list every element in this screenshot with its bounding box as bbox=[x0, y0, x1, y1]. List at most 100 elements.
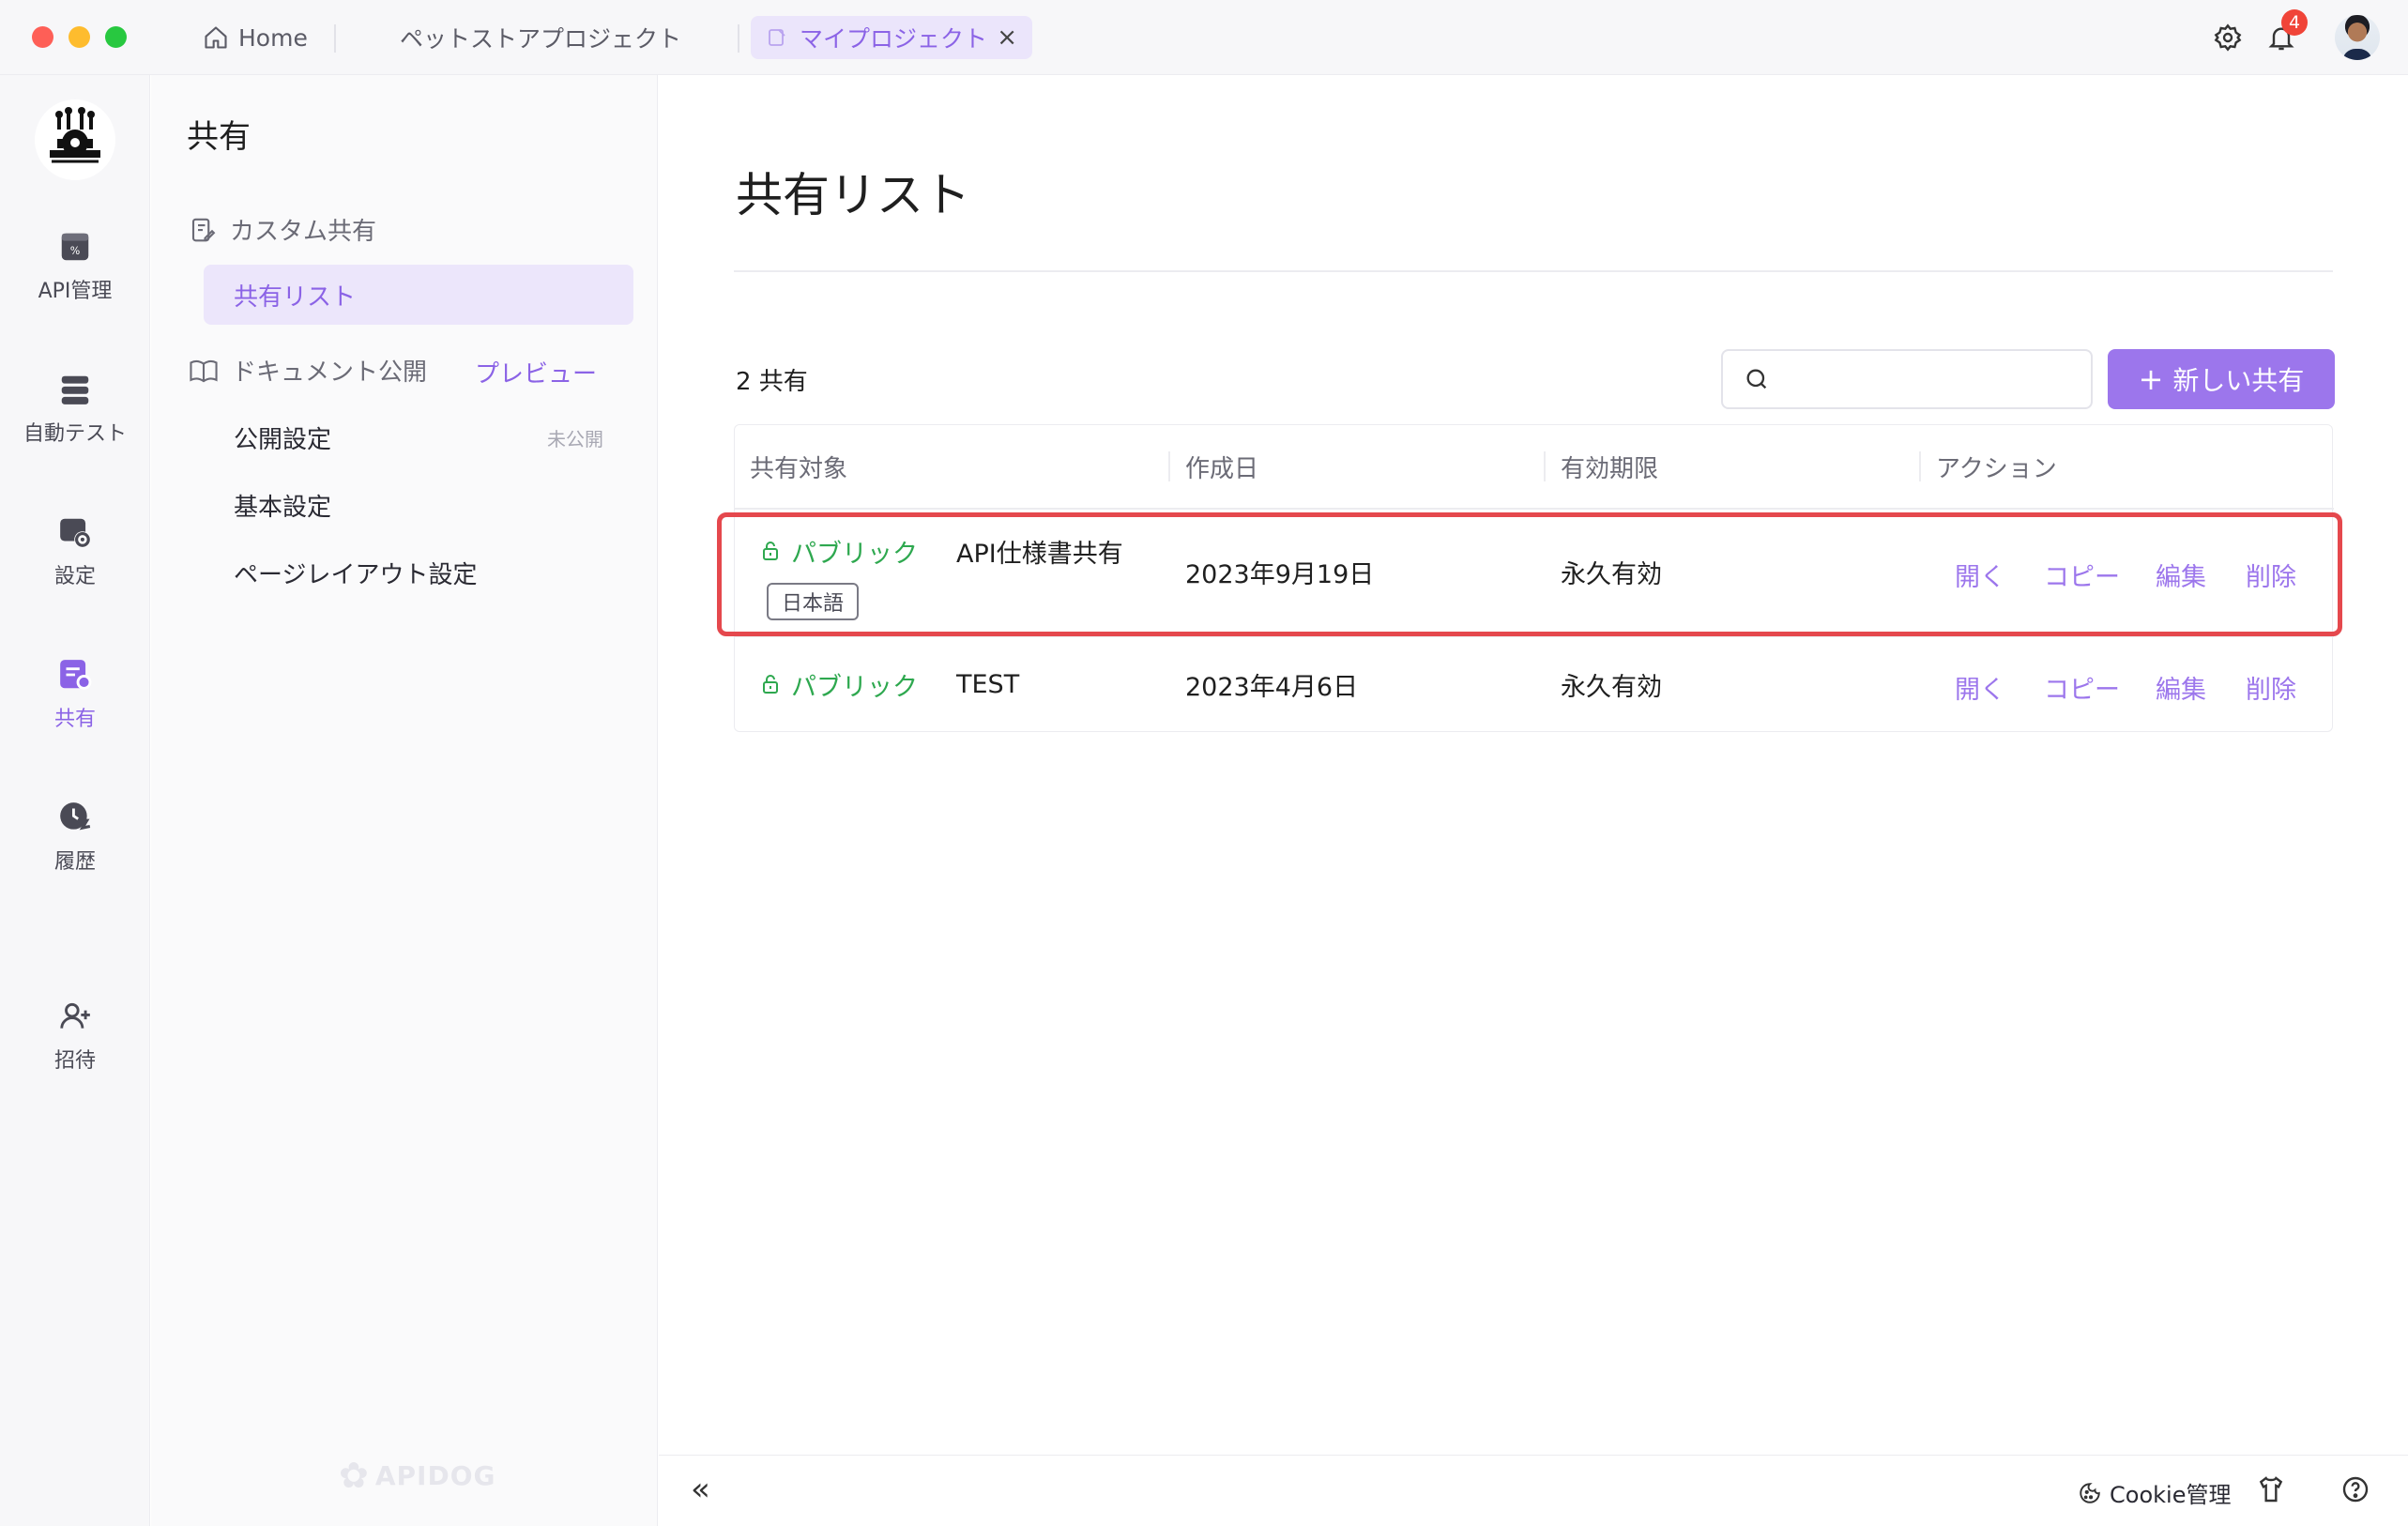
delete-link[interactable]: 削除 bbox=[2246, 669, 2296, 706]
share-icon bbox=[60, 660, 92, 690]
invite-icon bbox=[60, 1002, 90, 1029]
language-tag: 日本語 bbox=[767, 583, 860, 620]
apidog-logo-icon bbox=[50, 107, 100, 163]
gear-icon[interactable] bbox=[2211, 21, 2245, 54]
new-share-button[interactable]: + 新しい共有 bbox=[2108, 349, 2335, 409]
expiry: 永久有効 bbox=[1561, 559, 1662, 589]
tab-label: Home bbox=[238, 23, 308, 52]
settings-icon bbox=[60, 518, 91, 548]
open-link[interactable]: 開く bbox=[1955, 557, 2005, 593]
table-row[interactable]: パブリック TEST 2023年4月6日 永久有効 開く コピー 編集 削除 bbox=[735, 635, 2334, 731]
app-logo[interactable] bbox=[35, 99, 115, 180]
rail-item-label: 自動テスト bbox=[23, 422, 127, 446]
copy-link[interactable]: コピー bbox=[2044, 557, 2120, 593]
expiry: 永久有効 bbox=[1561, 672, 1662, 702]
unlock-icon bbox=[763, 675, 778, 694]
search-field[interactable] bbox=[1721, 349, 2093, 409]
avatar[interactable] bbox=[2335, 15, 2380, 60]
edit-link[interactable]: 編集 bbox=[2156, 669, 2206, 706]
tab-my-project[interactable]: マイプロジェクト × bbox=[751, 16, 1032, 59]
title-divider bbox=[734, 270, 2333, 272]
sidebar-group-doc-publish: ドキュメント公開 bbox=[189, 353, 427, 388]
sidebar-group-label: カスタム共有 bbox=[230, 218, 377, 246]
delete-link[interactable]: 削除 bbox=[2246, 557, 2296, 593]
title-bar: Home ペットストアプロジェクト マイプロジェクト × 4 bbox=[0, 0, 2408, 75]
left-rail: % API管理 自動テスト 設定 共有 履歴 招待 bbox=[0, 75, 150, 1526]
visibility-public: パブリック bbox=[759, 532, 918, 570]
collapse-sidebar-icon[interactable]: « bbox=[691, 1471, 710, 1508]
rail-item-auto-test[interactable]: 自動テスト bbox=[0, 372, 150, 447]
rail-item-label: 招待 bbox=[53, 1049, 96, 1073]
sidebar-item-label: ページレイアウト設定 bbox=[234, 560, 478, 589]
sidebar-title: 共有 bbox=[187, 118, 251, 156]
paw-icon: ✿ bbox=[339, 1455, 370, 1496]
visibility-label: パブリック bbox=[791, 672, 918, 702]
rail-item-history[interactable]: 履歴 bbox=[0, 800, 150, 875]
visibility-label: パブリック bbox=[791, 539, 918, 569]
home-icon bbox=[205, 26, 227, 49]
watermark-text: APIDOG bbox=[374, 1459, 496, 1491]
column-header-target: 共有対象 bbox=[750, 454, 848, 483]
table-row[interactable]: パブリック API仕様書共有 日本語 2023年9月19日 永久有効 開く コピ… bbox=[735, 508, 2334, 635]
sidebar-item-page-layout[interactable]: ページレイアウト設定 bbox=[204, 542, 633, 603]
help-icon[interactable] bbox=[2340, 1474, 2370, 1504]
sidebar-item-label: 共有リスト bbox=[234, 282, 357, 312]
share-sidebar: 共有 カスタム共有 共有リスト ドキュメント公開 プレビュー 公開設定 未公開 … bbox=[151, 75, 658, 1526]
close-window-button[interactable] bbox=[32, 26, 53, 48]
search-input[interactable] bbox=[1781, 366, 2081, 392]
rail-item-label: 設定 bbox=[53, 565, 96, 588]
sidebar-item-label: 基本設定 bbox=[234, 493, 332, 522]
unlock-icon bbox=[763, 542, 778, 560]
rail-item-invite[interactable]: 招待 bbox=[0, 999, 150, 1074]
rail-item-api[interactable]: % API管理 bbox=[0, 229, 150, 304]
notification-badge: 4 bbox=[2281, 9, 2308, 36]
unpublished-status: 未公開 bbox=[547, 427, 603, 450]
preview-link[interactable]: プレビュー bbox=[475, 355, 597, 389]
tab-label: ペットストアプロジェクト bbox=[400, 25, 682, 53]
sidebar-item-basic-settings[interactable]: 基本設定 bbox=[204, 475, 633, 535]
search-icon bbox=[1746, 369, 1767, 389]
share-count: 2 共有 bbox=[736, 368, 808, 396]
column-header-created: 作成日 bbox=[1185, 454, 1259, 483]
plus-icon: + bbox=[2138, 361, 2164, 397]
minimize-window-button[interactable] bbox=[69, 26, 90, 48]
sidebar-item-share-list[interactable]: 共有リスト bbox=[204, 265, 633, 325]
page-title: 共有リスト bbox=[736, 168, 970, 222]
created-date: 2023年9月19日 bbox=[1185, 559, 1375, 589]
shirt-icon[interactable] bbox=[2256, 1474, 2286, 1504]
auto-test-icon bbox=[61, 375, 89, 404]
share-name: TEST bbox=[956, 669, 1020, 699]
svg-text:%: % bbox=[70, 245, 81, 257]
rail-item-settings[interactable]: 設定 bbox=[0, 514, 150, 589]
sidebar-item-label: 公開設定 bbox=[234, 425, 332, 454]
apidog-watermark: ✿ APIDOG bbox=[339, 1455, 495, 1496]
share-name: API仕様書共有 bbox=[956, 539, 1123, 569]
rail-item-label: API管理 bbox=[38, 280, 113, 303]
cookie-manager-button[interactable]: Cookie管理 bbox=[2078, 1476, 2231, 1509]
rail-item-label: 履歴 bbox=[53, 850, 96, 874]
sidebar-group-custom-share: カスタム共有 bbox=[189, 212, 376, 247]
tab-label: マイプロジェクト bbox=[800, 25, 988, 53]
cookie-icon bbox=[2080, 1482, 2100, 1503]
tab-petstore-project[interactable]: ペットストアプロジェクト bbox=[385, 16, 696, 59]
column-header-actions: アクション bbox=[1936, 454, 2057, 483]
bottom-bar: « Cookie管理 bbox=[659, 1455, 2408, 1526]
history-icon bbox=[60, 802, 91, 831]
edit-document-icon bbox=[191, 218, 216, 241]
copy-link[interactable]: コピー bbox=[2044, 669, 2120, 706]
sidebar-item-publish-settings[interactable]: 公開設定 未公開 bbox=[204, 407, 633, 467]
column-divider bbox=[1919, 451, 1921, 481]
close-icon[interactable]: × bbox=[997, 23, 1017, 52]
edit-link[interactable]: 編集 bbox=[2156, 557, 2206, 593]
rail-item-share[interactable]: 共有 bbox=[0, 657, 150, 732]
tab-home[interactable]: Home bbox=[188, 16, 323, 59]
tab-divider bbox=[334, 24, 336, 53]
rail-item-label: 共有 bbox=[53, 708, 96, 731]
maximize-window-button[interactable] bbox=[105, 26, 127, 48]
sidebar-group-label: ドキュメント公開 bbox=[232, 359, 428, 387]
created-date: 2023年4月6日 bbox=[1185, 672, 1359, 702]
bell-icon[interactable]: 4 bbox=[2264, 9, 2308, 54]
open-link[interactable]: 開く bbox=[1955, 669, 2005, 706]
document-icon bbox=[769, 29, 785, 46]
share-table: 共有対象 作成日 有効期限 アクション パブリック API仕様書共有 日本語 2… bbox=[734, 424, 2334, 732]
